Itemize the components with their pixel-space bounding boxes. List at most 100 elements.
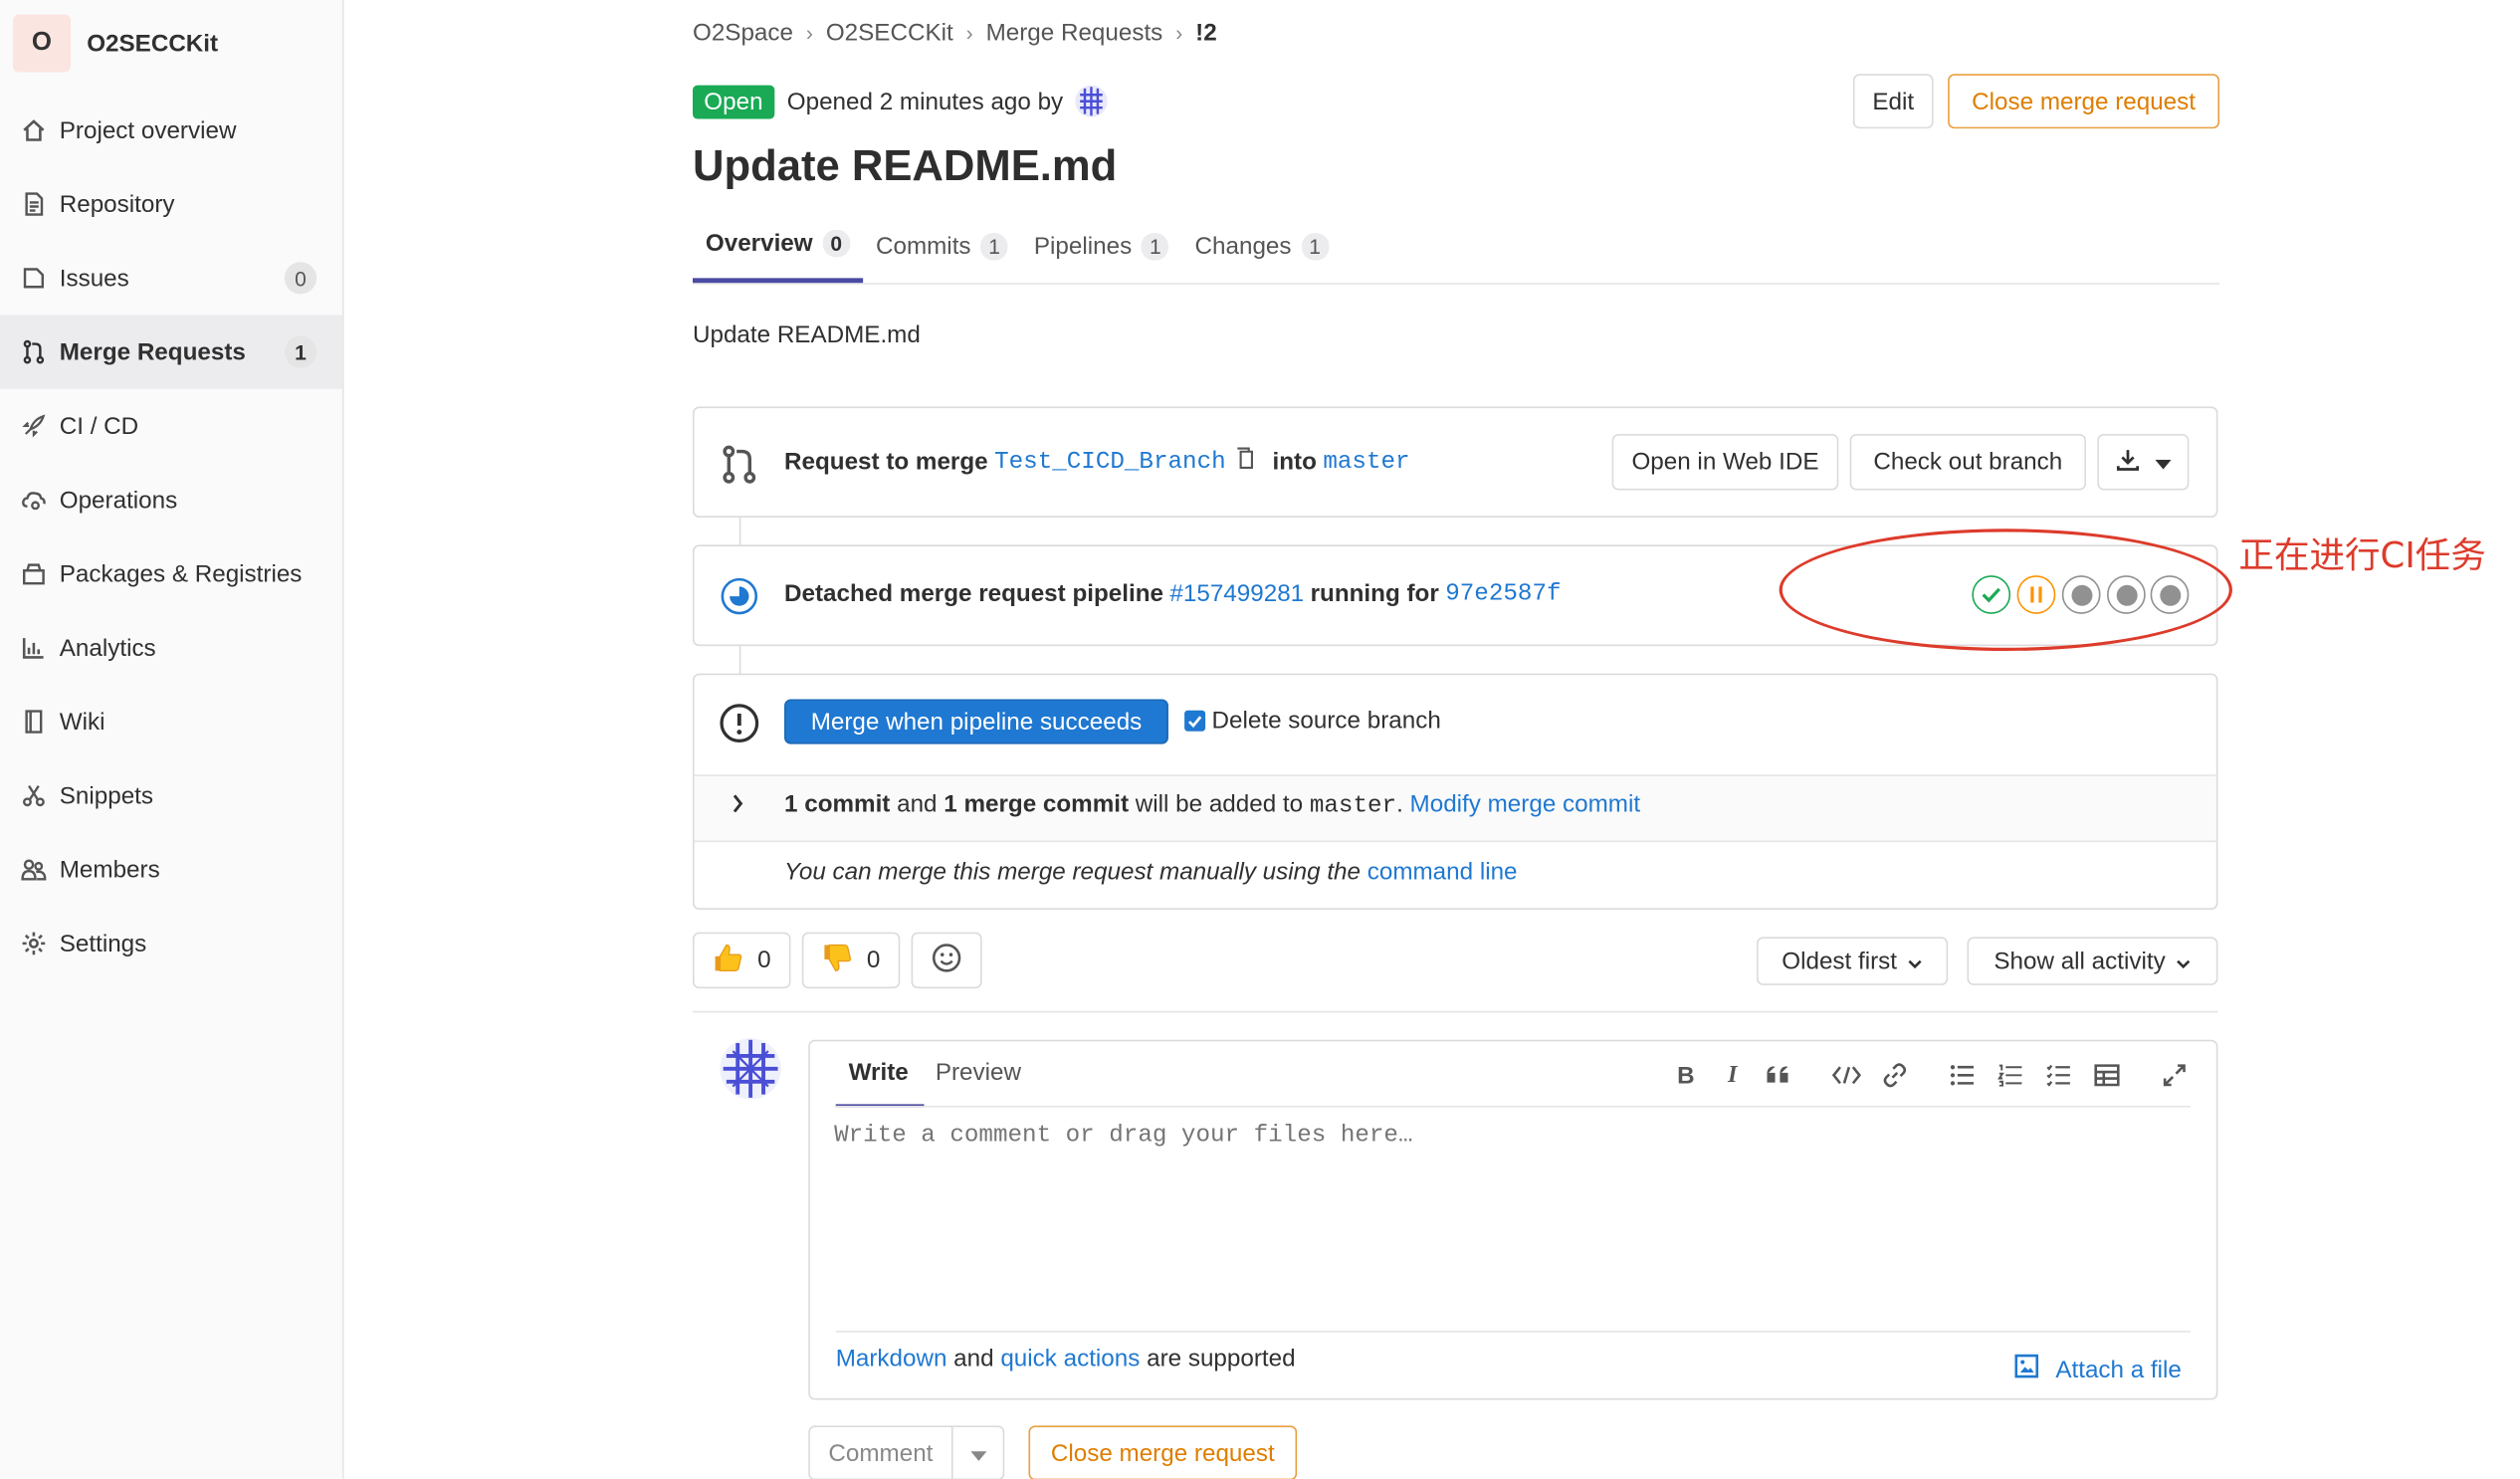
timeline-connector bbox=[738, 517, 741, 545]
sentence-period: . bbox=[1396, 790, 1403, 818]
merge-commit-count: 1 merge commit bbox=[944, 790, 1130, 818]
table-icon[interactable] bbox=[2092, 1061, 2121, 1090]
sort-order-dropdown[interactable]: Oldest first bbox=[1756, 937, 1949, 985]
sidebar-item-members[interactable]: Members bbox=[0, 832, 342, 906]
sidebar-item-ci-cd[interactable]: CI / CD bbox=[0, 389, 342, 463]
tab-count: 1 bbox=[1141, 232, 1169, 260]
added-to-text: will be added to bbox=[1135, 790, 1304, 818]
markdown-hint: Markdown and quick actions are supported bbox=[836, 1346, 1296, 1373]
comment-type-dropdown[interactable] bbox=[950, 1425, 1005, 1479]
book-icon bbox=[19, 708, 48, 737]
tab-count: 0 bbox=[822, 229, 851, 258]
edit-button[interactable]: Edit bbox=[1852, 74, 1934, 129]
link-icon[interactable] bbox=[1880, 1061, 1909, 1090]
breadcrumb-current[interactable]: !2 bbox=[1195, 19, 1217, 46]
editor-footer-divider bbox=[835, 1331, 2191, 1333]
thumbs-up-count: 0 bbox=[757, 947, 771, 974]
download-dropdown[interactable] bbox=[2097, 433, 2190, 491]
into-label: into bbox=[1272, 447, 1317, 476]
tab-label: Overview bbox=[705, 229, 813, 258]
tab-pipelines[interactable]: Pipelines 1 bbox=[1021, 209, 1182, 283]
italic-icon[interactable]: I bbox=[1718, 1061, 1747, 1090]
thumbs-up-button[interactable]: 0 bbox=[692, 932, 791, 989]
sidebar-item-label: Snippets bbox=[59, 781, 154, 810]
pipeline-running-icon[interactable] bbox=[720, 577, 758, 627]
package-icon bbox=[19, 559, 48, 588]
thumbs-down-button[interactable]: 0 bbox=[801, 932, 901, 989]
check-out-branch-button[interactable]: Check out branch bbox=[1849, 433, 2087, 491]
bullet-list-icon[interactable] bbox=[1948, 1061, 1977, 1090]
mr-status-row: Open Opened 2 minutes ago by bbox=[692, 84, 1178, 119]
download-icon bbox=[2115, 446, 2141, 478]
bold-icon[interactable]: B bbox=[1671, 1061, 1700, 1090]
target-branch-link[interactable]: master bbox=[1323, 448, 1409, 475]
sidebar-item-issues[interactable]: Issues 0 bbox=[0, 241, 342, 315]
pipeline-id-link[interactable]: #157499281 bbox=[1169, 580, 1304, 607]
sidebar-item-project-overview[interactable]: Project overview bbox=[0, 94, 342, 167]
open-web-ide-button[interactable]: Open in Web IDE bbox=[1611, 433, 1839, 491]
current-user-avatar[interactable] bbox=[719, 1037, 783, 1113]
source-branch-link[interactable]: Test_CICD_Branch bbox=[994, 448, 1226, 475]
smiley-icon bbox=[931, 941, 962, 979]
merge-commit-summary: 1 commit and 1 merge commit will be adde… bbox=[784, 790, 1640, 819]
sidebar-item-label: Analytics bbox=[59, 634, 156, 662]
fullscreen-icon[interactable] bbox=[2160, 1061, 2189, 1090]
tab-commits[interactable]: Commits 1 bbox=[863, 209, 1021, 283]
project-header[interactable]: O O2SECCKit bbox=[12, 13, 218, 74]
tab-changes[interactable]: Changes 1 bbox=[1182, 209, 1342, 283]
sidebar-item-label: Wiki bbox=[59, 708, 105, 736]
add-reaction-button[interactable] bbox=[911, 932, 982, 989]
delete-source-checkbox[interactable] bbox=[1184, 710, 1206, 732]
tab-overview[interactable]: Overview 0 bbox=[692, 209, 864, 284]
commit-sha-link[interactable]: 97e2587f bbox=[1445, 580, 1561, 607]
status-badge: Open bbox=[692, 84, 774, 118]
sidebar-item-packages[interactable]: Packages & Registries bbox=[0, 536, 342, 610]
issues-icon bbox=[19, 264, 48, 293]
merge-when-pipeline-succeeds-button[interactable]: Merge when pipeline succeeds bbox=[784, 699, 1168, 744]
quote-icon[interactable] bbox=[1765, 1061, 1793, 1090]
sidebar-item-settings[interactable]: Settings bbox=[0, 907, 342, 980]
tab-write[interactable]: Write bbox=[849, 1059, 909, 1086]
author-name-redacted[interactable] bbox=[1108, 90, 1178, 112]
comment-button[interactable]: Comment bbox=[808, 1425, 953, 1479]
sidebar-item-label: CI / CD bbox=[59, 412, 139, 440]
breadcrumb-item[interactable]: O2Space bbox=[693, 19, 793, 46]
sidebar-item-operations[interactable]: Operations bbox=[0, 463, 342, 536]
breadcrumb-item[interactable]: Merge Requests bbox=[986, 19, 1163, 46]
code-icon[interactable] bbox=[1831, 1061, 1861, 1090]
author-avatar[interactable] bbox=[1073, 84, 1109, 119]
close-merge-request-button[interactable]: Close merge request bbox=[1948, 74, 2220, 129]
quick-actions-link[interactable]: quick actions bbox=[1000, 1346, 1140, 1373]
thumbs-up-icon bbox=[713, 941, 744, 979]
activity-filter-dropdown[interactable]: Show all activity bbox=[1967, 937, 2218, 985]
command-line-link[interactable]: command line bbox=[1367, 858, 1518, 885]
chevron-right-icon[interactable] bbox=[732, 792, 744, 819]
modify-merge-commit-link[interactable]: Modify merge commit bbox=[1410, 790, 1641, 817]
attach-file-button[interactable]: Attach a file bbox=[2013, 1354, 2182, 1385]
sidebar-item-analytics[interactable]: Analytics bbox=[0, 611, 342, 685]
task-list-icon[interactable] bbox=[2044, 1061, 2073, 1090]
sidebar-item-label: Settings bbox=[59, 930, 147, 957]
merge-requests-count-badge: 1 bbox=[284, 335, 317, 368]
tab-label: Pipelines bbox=[1033, 232, 1133, 260]
copy-icon[interactable] bbox=[1235, 447, 1256, 476]
chevron-down-icon bbox=[1908, 948, 1923, 974]
sidebar-item-merge-requests[interactable]: Merge Requests 1 bbox=[0, 315, 342, 389]
sidebar-item-snippets[interactable]: Snippets bbox=[0, 758, 342, 832]
markdown-link[interactable]: Markdown bbox=[836, 1346, 947, 1373]
pipeline-prefix: Detached merge request pipeline bbox=[784, 579, 1163, 608]
numbered-list-icon[interactable] bbox=[1996, 1061, 2025, 1090]
delete-source-branch-option[interactable]: Delete source branch bbox=[1184, 708, 1441, 735]
close-merge-request-footer-button[interactable]: Close merge request bbox=[1028, 1425, 1298, 1479]
tab-label: Commits bbox=[875, 232, 971, 260]
sort-order-label: Oldest first bbox=[1782, 947, 1898, 975]
sidebar-item-label: Packages & Registries bbox=[59, 559, 303, 588]
comment-textarea[interactable] bbox=[834, 1122, 2188, 1315]
breadcrumb-item[interactable]: O2SECCKit bbox=[826, 19, 953, 46]
tab-count: 1 bbox=[1301, 232, 1330, 260]
sidebar-item-wiki[interactable]: Wiki bbox=[0, 685, 342, 758]
mr-description: Update README.md bbox=[692, 320, 921, 349]
sidebar-item-repository[interactable]: Repository bbox=[0, 167, 342, 241]
tab-preview[interactable]: Preview bbox=[936, 1059, 1021, 1086]
timeline-connector bbox=[738, 646, 741, 674]
